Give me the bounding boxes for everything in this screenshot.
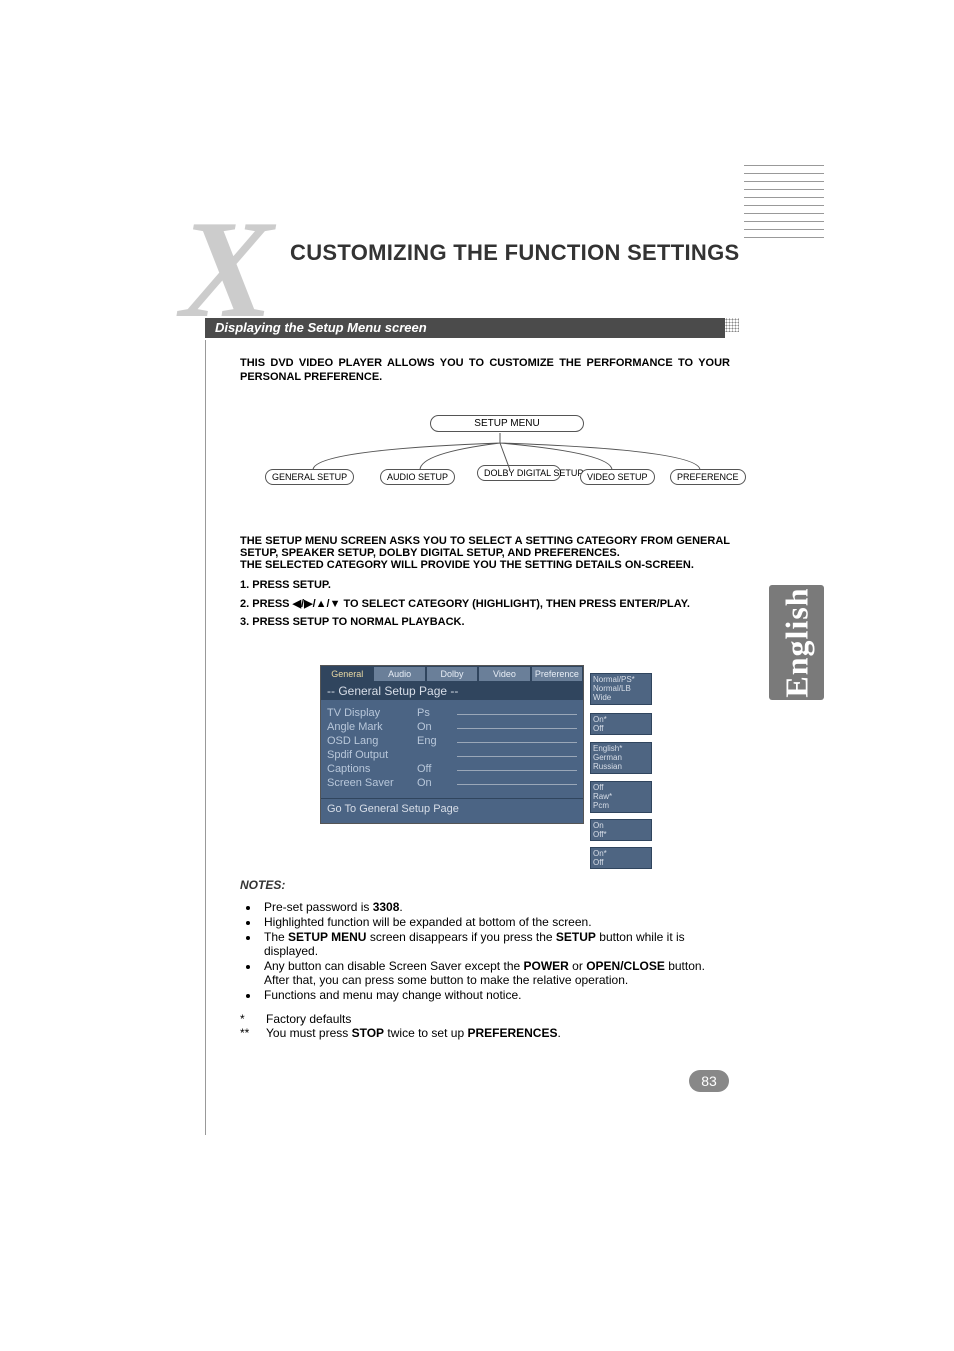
option-box: English*GermanRussian [590,742,652,774]
notes-list: Pre-set password is 3308. Highlighted fu… [240,900,730,1002]
instruction-text: THE SETUP MENU SCREEN ASKS YOU TO SELECT… [240,535,730,634]
instruction-step: 2. PRESS ◀/▶/▲/▼ TO SELECT CATEGORY (HIG… [240,597,730,610]
margin-rule [205,340,206,1135]
instruction-para: THE SETUP MENU SCREEN ASKS YOU TO SELECT… [240,535,730,559]
decorative-dither-icon [725,318,739,332]
footnote: *Factory defaults [240,1012,730,1026]
connector-line-icon [457,770,577,771]
page-number: 83 [689,1070,729,1092]
option-box: On*Off [590,713,652,735]
setup-footer-hint: Go To General Setup Page [321,798,583,823]
notes-item: Pre-set password is 3308. [260,900,730,914]
notes-item: Highlighted function will be expanded at… [260,915,730,929]
arrow-right-icon: ▶ [304,598,312,610]
instruction-step: 3. PRESS SETUP TO NORMAL PLAYBACK. [240,616,730,628]
tab-video: Video [478,666,530,682]
tab-dolby: Dolby [426,666,478,682]
language-side-tab: English [769,585,824,700]
notes-section: NOTES: Pre-set password is 3308. Highlig… [240,878,730,1040]
setup-row: OSD LangEng [327,734,577,748]
tree-leaf: GENERAL SETUP [265,469,354,485]
tree-leaf: PREFERENCE [670,469,746,485]
setup-menu-tabs: General Audio Dolby Video Preference [321,666,583,682]
notes-item: The SETUP MENU screen disappears if you … [260,930,730,958]
tab-preference: Preference [531,666,583,682]
setup-row: CaptionsOff [327,762,577,776]
setup-menu-tree: SETUP MENU GENERAL SETUP AUDIO SETUP DOL… [250,405,740,505]
tab-audio: Audio [373,666,425,682]
notes-heading: NOTES: [240,878,730,892]
page-title: CUSTOMIZING THE FUNCTION SETTINGS [290,240,740,266]
instruction-para: THE SELECTED CATEGORY WILL PROVIDE YOU T… [240,559,730,571]
arrow-up-icon: ▲ [316,598,327,610]
tree-leaf: VIDEO SETUP [580,469,655,485]
setup-rows: TV DisplayPs Angle MarkOn OSD LangEng Sp… [321,700,583,792]
option-box: OffRaw*Pcm [590,781,652,813]
setup-menu-screenshot: General Audio Dolby Video Preference -- … [320,665,670,824]
footnote: **You must press STOP twice to set up PR… [240,1026,730,1040]
connector-line-icon [457,784,577,785]
tab-general: General [321,666,373,682]
setup-row: Angle MarkOn [327,720,577,734]
notes-item: Any button can disable Screen Saver exce… [260,959,730,987]
footnote-definitions: *Factory defaults **You must press STOP … [240,1012,730,1040]
page: X CUSTOMIZING THE FUNCTION SETTINGS Disp… [0,0,954,1351]
option-box: On*Off [590,847,652,869]
arrow-left-icon: ◀ [293,598,301,610]
setup-row: Spdif Output [327,748,577,762]
notes-item: Functions and menu may change without no… [260,988,730,1002]
tree-leaf: DOLBY DIGITAL SETUP [477,465,561,481]
connector-line-icon [457,756,577,757]
instruction-step: 1. PRESS SETUP. [240,579,730,591]
option-box: Normal/PS*Normal/LBWide [590,673,652,705]
arrow-down-icon: ▼ [330,598,341,610]
setup-row: TV DisplayPs [327,706,577,720]
decorative-lines [744,165,824,245]
setup-menu-panel: General Audio Dolby Video Preference -- … [320,665,584,824]
intro-text: THIS DVD VIDEO PLAYER ALLOWS YOU TO CUST… [240,357,730,385]
connector-line-icon [457,714,577,715]
connector-line-icon [457,742,577,743]
option-box: OnOff* [590,819,652,841]
connector-line-icon [457,728,577,729]
tree-leaf: AUDIO SETUP [380,469,455,485]
section-heading: Displaying the Setup Menu screen [205,318,725,338]
setup-row: Screen SaverOn [327,776,577,790]
setup-page-header: -- General Setup Page -- [321,682,583,700]
